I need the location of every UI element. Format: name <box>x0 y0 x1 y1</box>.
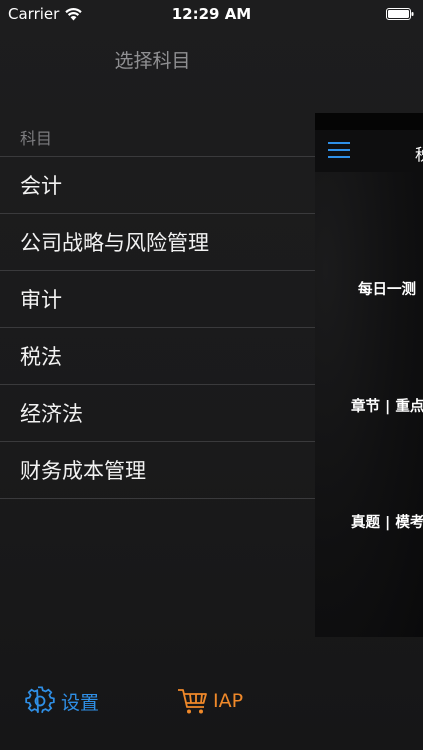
panel-navbar: 税 <box>315 130 423 172</box>
iap-label: IAP <box>213 690 244 712</box>
subject-item-label: 公司战略与风险管理 <box>20 231 209 255</box>
gear-icon <box>25 686 55 713</box>
cart-icon <box>178 689 207 714</box>
menu-title: 选择科目 <box>114 50 191 72</box>
subject-item-economic-law[interactable]: 经济法 <box>0 385 315 442</box>
settings-label: 设置 <box>61 691 100 714</box>
subject-item-tax-law[interactable]: 税法 <box>0 328 315 385</box>
panel-status-strip <box>315 113 423 130</box>
subject-item-label: 财务成本管理 <box>20 459 146 483</box>
subject-item-label: 审计 <box>20 288 62 312</box>
subject-item-accounting[interactable]: 会计 <box>0 157 315 214</box>
section-header-subjects: 科目 <box>20 129 53 148</box>
daily-test-button[interactable]: 每日一测 <box>358 278 416 299</box>
app-screen: Carrier 12:29 AM 选择科目 科目 会计 公司战略与风险管理 审计… <box>0 0 423 750</box>
exam-mock-button[interactable]: 真题 | 模考 <box>351 511 423 532</box>
status-time: 12:29 AM <box>171 5 252 23</box>
subject-item-label: 经济法 <box>20 402 83 426</box>
panel-nav-title: 税 <box>415 141 423 165</box>
status-bar: Carrier 12:29 AM <box>0 0 423 28</box>
subject-item-label: 税法 <box>20 345 62 369</box>
hamburger-icon[interactable] <box>328 140 350 160</box>
subject-item-strategy-risk[interactable]: 公司战略与风险管理 <box>0 214 315 271</box>
subject-item-financial-cost[interactable]: 财务成本管理 <box>0 442 315 499</box>
subject-item-audit[interactable]: 审计 <box>0 271 315 328</box>
battery-icon <box>386 8 414 20</box>
subject-item-label: 会计 <box>20 174 62 198</box>
bottom-toolbar: 设置 IAP <box>0 680 423 724</box>
subject-list: 会计 公司战略与风险管理 审计 税法 经济法 财务成本管理 <box>0 156 315 499</box>
settings-button[interactable]: 设置 <box>25 686 99 716</box>
main-content-panel[interactable]: 税 每日一测 章节 | 重点 真题 | 模考 <box>315 113 423 637</box>
iap-button[interactable]: IAP <box>177 686 243 716</box>
chapter-key-button[interactable]: 章节 | 重点 <box>351 395 423 416</box>
